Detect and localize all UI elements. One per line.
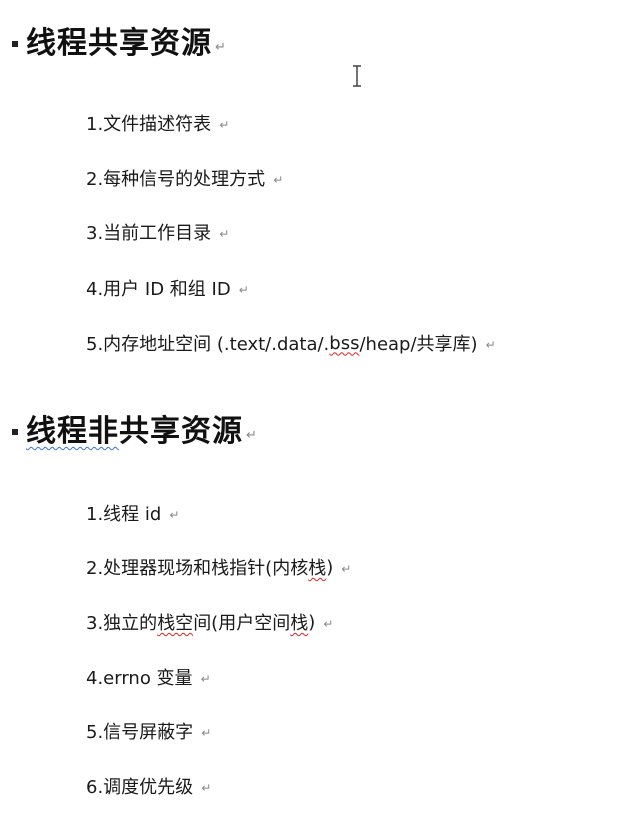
text-cursor-icon <box>353 65 361 87</box>
list-item: 3.独立的 栈空 间(用户空间栈) ↵ <box>86 609 333 635</box>
paragraph-mark-icon: ↵ <box>215 39 227 55</box>
spellcheck-underlined-text: 栈空 <box>157 613 194 634</box>
list-item: 4.用户 ID 和组 ID ↵ <box>86 279 249 300</box>
paragraph-mark-icon: ↵ <box>238 283 249 297</box>
paragraph-mark-icon: ↵ <box>219 227 230 241</box>
list-item: 1.文件描述符表 ↵ <box>86 114 230 135</box>
nonshared-title-rest: 共享资源 <box>119 414 243 449</box>
paragraph-mark-icon: ↵ <box>246 427 258 443</box>
list-item: 4.errno 变量 ↵ <box>86 668 211 689</box>
list-item: 5.内存地址空间 (.text/.data/. bss/heap/共享库) ↵ <box>86 332 496 356</box>
paragraph-mark-icon: ↵ <box>201 726 212 740</box>
bullet-icon <box>12 41 18 47</box>
list-item: 3.当前工作目录 ↵ <box>86 223 230 244</box>
paragraph-mark-icon: ↵ <box>341 562 352 576</box>
paragraph-mark-icon: ↵ <box>201 781 212 795</box>
paragraph-mark-icon: ↵ <box>273 173 284 187</box>
bullet-icon <box>12 429 18 435</box>
list-item: 2.处理器现场和栈指针(内核栈) ↵ <box>86 554 351 580</box>
spellcheck-underlined-text: 栈 <box>290 613 309 634</box>
paragraph-mark-icon: ↵ <box>485 338 496 352</box>
spellcheck-underlined-text: 栈 <box>308 558 327 579</box>
nonshared-resources-heading: 线程非 共享资源 ↵ <box>12 408 258 449</box>
grammar-underlined-text: 线程非 <box>26 414 119 449</box>
list-item: 6.调度优先级 ↵ <box>86 777 212 798</box>
paragraph-mark-icon: ↵ <box>200 672 211 686</box>
paragraph-mark-icon: ↵ <box>323 617 334 631</box>
shared-title: 线程共享资源 <box>26 26 212 61</box>
list-item: 2.每种信号的处理方式 ↵ <box>86 169 284 190</box>
paragraph-mark-icon: ↵ <box>169 508 180 522</box>
paragraph-mark-icon: ↵ <box>219 118 230 132</box>
spellcheck-underlined-text: bss <box>329 332 360 354</box>
list-item: 1.线程 id ↵ <box>86 504 180 525</box>
shared-resources-heading: 线程共享资源 ↵ <box>12 20 227 61</box>
list-item: 5.信号屏蔽字 ↵ <box>86 722 212 743</box>
